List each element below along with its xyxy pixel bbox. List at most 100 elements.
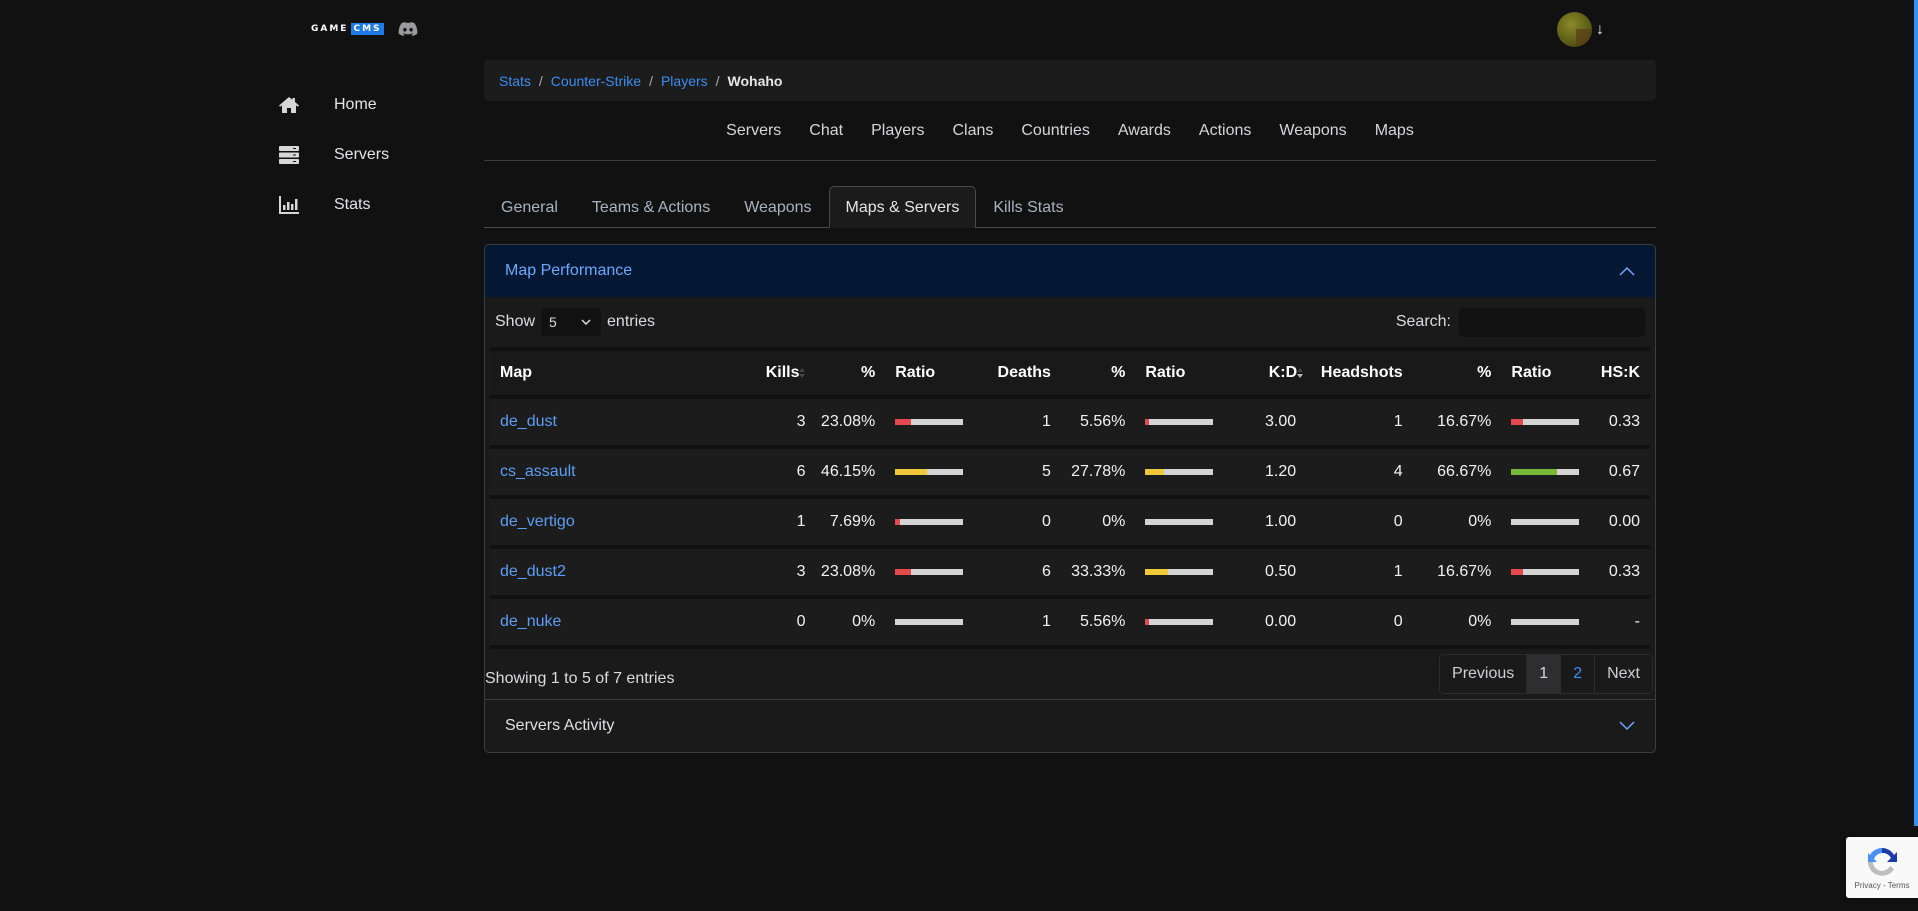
kills-pct-cell: 0% [810,599,881,645]
logo-text: GAME CMS [311,23,384,35]
nav-chat[interactable]: Chat [795,122,857,140]
hs-ratio-bar-fill [1511,418,1523,425]
search: Search: [1396,307,1645,337]
servers-activity-header[interactable]: Servers Activity [485,699,1655,752]
chevron-down-icon [581,319,591,325]
col-hsk[interactable]: HS:K [1595,351,1650,395]
kills-pct-cell: 46.15% [810,449,881,495]
col-deaths-ratio[interactable]: Ratio [1130,351,1240,395]
nav-clans[interactable]: Clans [938,122,1007,140]
tab-teams-actions[interactable]: Teams & Actions [575,186,727,228]
discord-icon[interactable] [398,22,418,36]
nav-servers[interactable]: Servers [712,122,795,140]
headshots-cell: 0 [1308,499,1408,545]
sidebar-item-stats[interactable]: Stats [278,180,389,230]
hs-ratio-cell [1496,549,1596,595]
kills-cell: 3 [741,399,811,445]
sidebar-item-label: Stats [334,196,371,213]
kills-ratio-bar [895,618,964,625]
deaths-pct-cell: 5.56% [1055,599,1131,645]
user-menu[interactable]: ↓ [1557,12,1604,47]
col-deaths-pct[interactable]: % [1055,351,1131,395]
logo[interactable]: GAME CMS [311,22,418,36]
map-performance-body: Show 5 entries Search: Map Kills % Ratio… [485,297,1655,699]
breadcrumb-separator: / [538,72,543,89]
col-kd[interactable]: K:D [1239,351,1309,395]
kills-ratio-cell [880,549,985,595]
nav-weapons[interactable]: Weapons [1265,122,1360,140]
deaths-ratio-cell [1130,549,1240,595]
pagination-page-1[interactable]: 1 [1526,655,1561,693]
hsk-cell: 0.33 [1595,549,1650,595]
hs-ratio-bar [1511,468,1580,475]
map-link[interactable]: de_vertigo [500,513,575,530]
servers-activity-title: Servers Activity [505,717,615,734]
table-info: Showing 1 to 5 of 7 entries [485,670,675,687]
hs-pct-cell: 16.67% [1407,549,1497,595]
scrollbar[interactable] [1914,0,1918,826]
col-hs-pct[interactable]: % [1407,351,1497,395]
tab-maps-servers[interactable]: Maps & Servers [828,186,977,228]
page-length-select[interactable]: 5 [541,308,602,336]
search-input[interactable] [1459,307,1645,337]
tab-general[interactable]: General [484,186,575,228]
deaths-ratio-bar [1145,618,1214,625]
col-deaths[interactable]: Deaths [984,351,1056,395]
table-footer: Showing 1 to 5 of 7 entries Previous 1 2… [485,649,1655,699]
table-row: de_dust2 3 23.08% 6 33.33% 0.50 1 16.67% 0.33 [490,549,1650,595]
chevron-up-icon[interactable] [1619,266,1635,276]
breadcrumb-counter-strike[interactable]: Counter-Strike [551,73,641,89]
headshots-cell: 1 [1308,549,1408,595]
avatar[interactable] [1557,12,1592,47]
map-link[interactable]: de_nuke [500,613,561,630]
deaths-cell: 6 [984,549,1056,595]
pagination-page-2[interactable]: 2 [1560,655,1595,693]
nav-actions[interactable]: Actions [1185,122,1265,140]
servers-icon [278,144,300,166]
nav-countries[interactable]: Countries [1007,122,1103,140]
col-kd-label: K:D [1268,364,1298,381]
col-headshots[interactable]: Headshots [1308,351,1408,395]
col-hs-ratio[interactable]: Ratio [1496,351,1596,395]
hs-pct-cell: 0% [1407,499,1497,545]
tab-kills-stats[interactable]: Kills Stats [976,186,1080,228]
col-kills[interactable]: Kills [741,351,811,395]
headshots-cell: 0 [1308,599,1408,645]
nav-players[interactable]: Players [857,122,938,140]
col-kills-ratio[interactable]: Ratio [880,351,985,395]
nav-awards[interactable]: Awards [1104,122,1185,140]
sidebar-item-servers[interactable]: Servers [278,130,389,180]
map-link[interactable]: de_dust [500,413,557,430]
deaths-pct-cell: 0% [1055,499,1131,545]
recaptcha-badge[interactable]: Privacy - Terms [1846,837,1918,898]
col-kills-pct[interactable]: % [810,351,881,395]
map-link[interactable]: cs_assault [500,463,576,480]
col-map[interactable]: Map [490,351,742,395]
stats-icon [278,194,300,216]
arrow-down-icon[interactable]: ↓ [1596,21,1604,39]
map-link[interactable]: de_dust2 [500,563,566,580]
kills-ratio-bar [895,518,964,525]
kills-ratio-bar-fill [895,468,927,475]
chevron-down-icon[interactable] [1619,721,1635,731]
recaptcha-links[interactable]: Privacy - Terms [1855,881,1910,890]
table-row: cs_assault 6 46.15% 5 27.78% 1.20 4 66.67% 0.67 [490,449,1650,495]
tab-weapons[interactable]: Weapons [727,186,828,228]
nav-maps[interactable]: Maps [1361,122,1428,140]
deaths-cell: 0 [984,499,1056,545]
pagination-previous[interactable]: Previous [1440,655,1527,693]
sidebar-item-home[interactable]: Home [278,80,389,130]
kd-cell: 0.00 [1239,599,1309,645]
breadcrumb-players[interactable]: Players [661,73,708,89]
breadcrumb-stats[interactable]: Stats [499,73,531,89]
pagination-next[interactable]: Next [1594,655,1652,693]
kills-ratio-bar-fill [895,568,911,575]
breadcrumb-separator: / [715,72,720,89]
page-length: Show 5 entries [495,308,655,336]
hs-ratio-bar [1511,418,1580,425]
kd-cell: 1.20 [1239,449,1309,495]
deaths-ratio-cell [1130,599,1240,645]
map-performance-header[interactable]: Map Performance [485,245,1655,297]
map-cell: de_vertigo [490,499,742,545]
map-performance-table: Map Kills % Ratio Deaths % Ratio K:D Hea… [490,347,1650,649]
